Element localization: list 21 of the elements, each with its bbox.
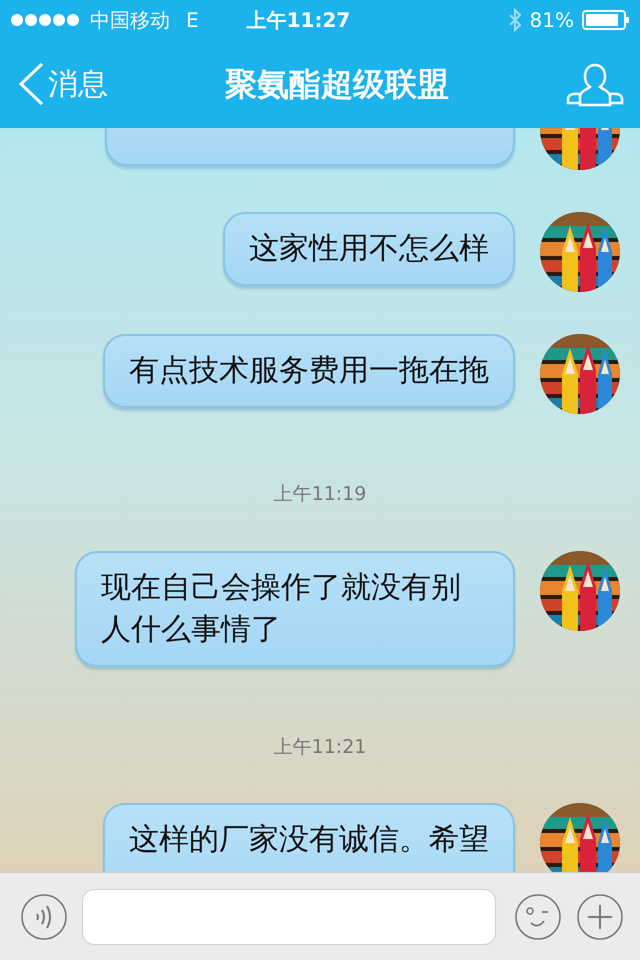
back-button[interactable]: 消息 (18, 62, 108, 106)
contacts-icon[interactable] (566, 61, 624, 107)
timestamp: 上午11:19 (274, 482, 366, 507)
message-input[interactable] (82, 888, 496, 944)
emoji-icon[interactable] (514, 892, 562, 940)
chevron-icon (18, 62, 44, 106)
timestamp: 上午11:21 (274, 734, 366, 760)
message-bubble: 现在自己会操作了就没有别人什么事情了 (75, 550, 515, 666)
message-bubble: 这家性用不怎么样 (223, 212, 515, 286)
signal-icon (10, 13, 82, 27)
chat-title: 聚氨酯超级联盟 (225, 64, 449, 105)
plus-icon[interactable] (576, 892, 624, 940)
voice-icon[interactable] (20, 892, 68, 940)
message-bubble: 这样的厂家没有诚信。希望 (103, 803, 515, 872)
battery-percent: 81% (530, 7, 574, 34)
battery-icon (582, 9, 630, 31)
network-type: E (186, 7, 199, 34)
clock: 上午11:27 (246, 7, 350, 34)
bluetooth-icon (508, 8, 522, 32)
carrier-name: 中国移动 (90, 7, 170, 34)
message-bubble: 有点技术服务费用一拖在拖 (103, 334, 515, 408)
